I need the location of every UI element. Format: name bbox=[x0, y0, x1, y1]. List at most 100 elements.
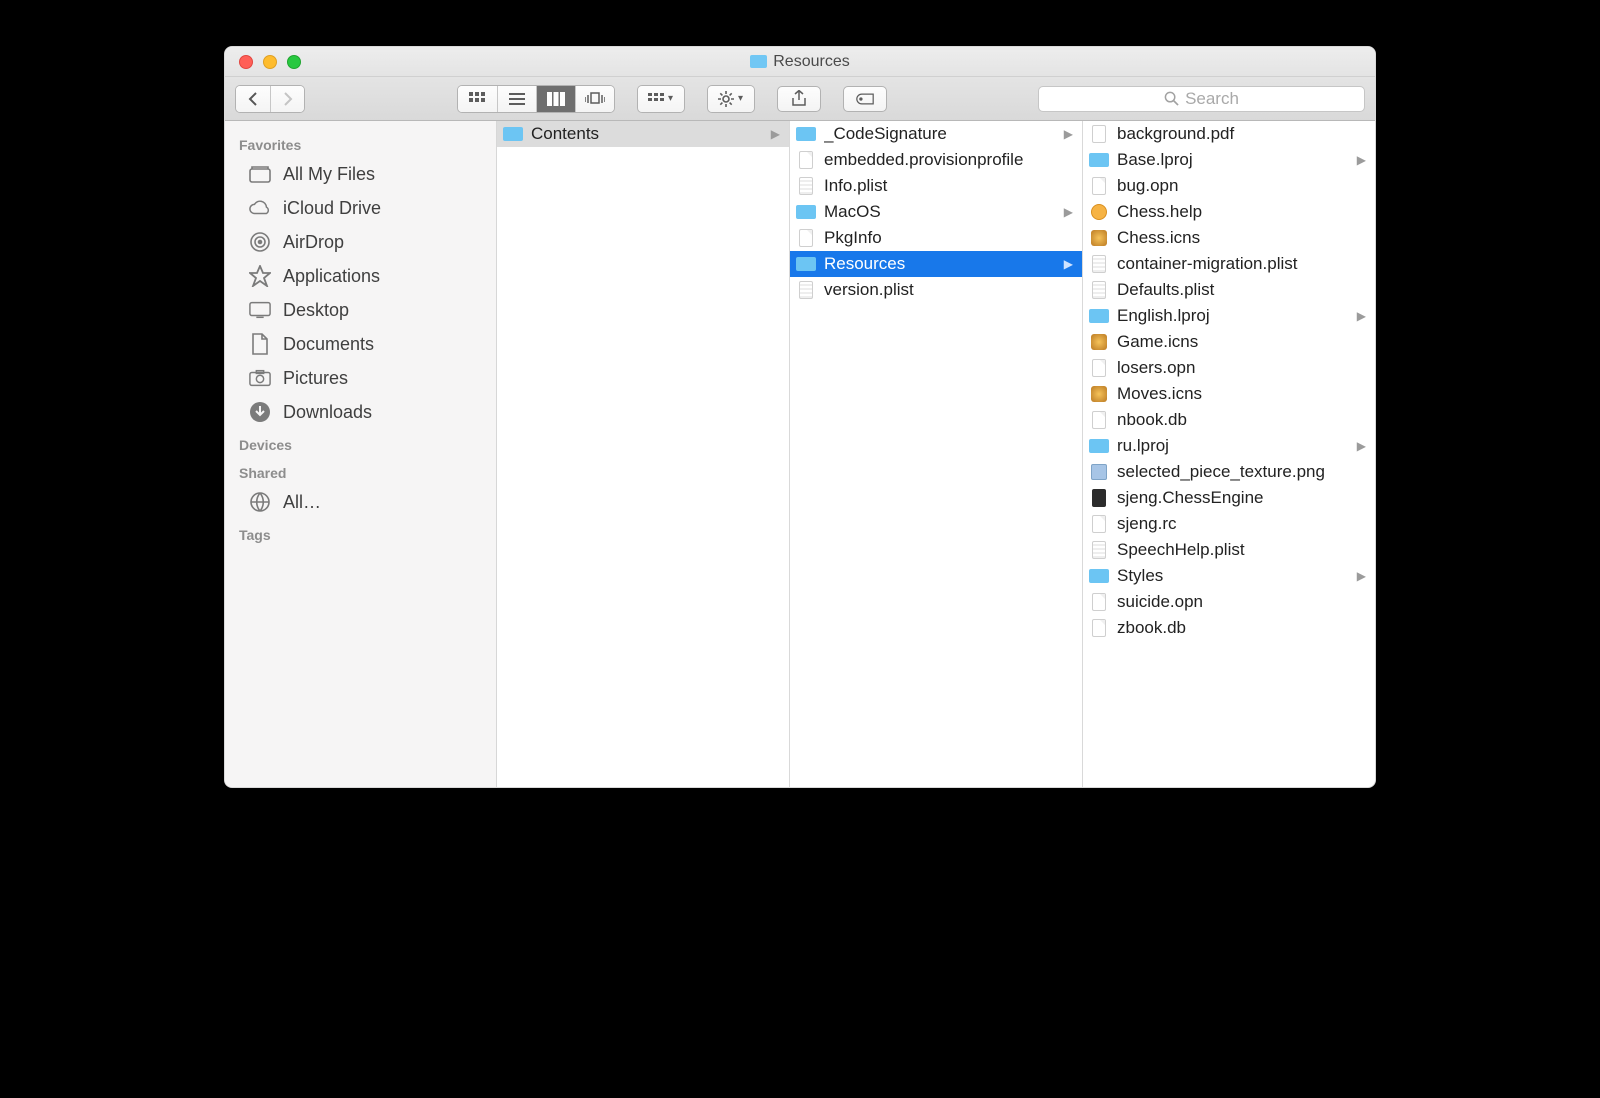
file-icon bbox=[1089, 178, 1109, 194]
file-row[interactable]: MacOS▶ bbox=[790, 199, 1082, 225]
file-label: ru.lproj bbox=[1117, 436, 1349, 456]
documents-icon bbox=[249, 334, 271, 354]
file-row[interactable]: English.lproj ▶ bbox=[1083, 303, 1375, 329]
sidebar-item-all-my-files[interactable]: All My Files bbox=[225, 157, 496, 191]
forward-button[interactable] bbox=[270, 86, 304, 112]
downloads-icon bbox=[249, 402, 271, 422]
file-icon bbox=[1089, 334, 1109, 350]
file-row[interactable]: Defaults.plist bbox=[1083, 277, 1375, 303]
chevron-right-icon: ▶ bbox=[771, 127, 783, 141]
sidebar-item-airdrop[interactable]: AirDrop bbox=[225, 225, 496, 259]
file-label: English.lproj bbox=[1117, 306, 1349, 326]
list-view-button[interactable] bbox=[497, 86, 536, 112]
coverflow-view-button[interactable] bbox=[575, 86, 614, 112]
column-view-button[interactable] bbox=[536, 86, 575, 112]
sidebar-section-devices: Devices bbox=[225, 429, 496, 457]
close-button[interactable] bbox=[239, 55, 253, 69]
file-row[interactable]: embedded.provisionprofile bbox=[790, 147, 1082, 173]
file-row[interactable]: sjeng.ChessEngine bbox=[1083, 485, 1375, 511]
column-2[interactable]: background.pdfBase.lproj▶bug.opnChess.he… bbox=[1083, 121, 1375, 787]
file-row[interactable]: Chess.icns bbox=[1083, 225, 1375, 251]
file-label: Chess.icns bbox=[1117, 228, 1369, 248]
file-label: selected_piece_texture.png bbox=[1117, 462, 1369, 482]
cloud-icon bbox=[249, 198, 271, 218]
file-row[interactable]: nbook.db bbox=[1083, 407, 1375, 433]
minimize-button[interactable] bbox=[263, 55, 277, 69]
file-icon bbox=[1089, 490, 1109, 506]
file-label: background.pdf bbox=[1117, 124, 1369, 144]
file-row[interactable]: container-migration.plist bbox=[1083, 251, 1375, 277]
file-icon bbox=[1089, 620, 1109, 636]
file-icon bbox=[796, 178, 816, 194]
file-row[interactable]: bug.opn bbox=[1083, 173, 1375, 199]
sidebar-item-downloads[interactable]: Downloads bbox=[225, 395, 496, 429]
window-title: Resources bbox=[225, 53, 1375, 71]
file-label: losers.opn bbox=[1117, 358, 1369, 378]
action-menu[interactable]: ▾ bbox=[707, 85, 755, 113]
search-field[interactable]: Search bbox=[1038, 86, 1365, 112]
folder-icon bbox=[796, 126, 816, 142]
sidebar-item-label: iCloud Drive bbox=[283, 198, 381, 219]
sidebar-item-label: AirDrop bbox=[283, 232, 344, 253]
file-row[interactable]: version.plist bbox=[790, 277, 1082, 303]
file-label: nbook.db bbox=[1117, 410, 1369, 430]
file-row[interactable]: SpeechHelp.plist bbox=[1083, 537, 1375, 563]
sidebar-item-pictures[interactable]: Pictures bbox=[225, 361, 496, 395]
file-row[interactable]: ru.lproj▶ bbox=[1083, 433, 1375, 459]
file-label: bug.opn bbox=[1117, 176, 1369, 196]
file-label: PkgInfo bbox=[824, 228, 1076, 248]
file-label: SpeechHelp.plist bbox=[1117, 540, 1369, 560]
file-icon bbox=[1089, 412, 1109, 428]
sidebar-item-applications[interactable]: Applications bbox=[225, 259, 496, 293]
sidebar-item-label: All… bbox=[283, 492, 321, 513]
zoom-button[interactable] bbox=[287, 55, 301, 69]
file-row[interactable]: losers.opn bbox=[1083, 355, 1375, 381]
sidebar-item-icloud-drive[interactable]: iCloud Drive bbox=[225, 191, 496, 225]
file-row[interactable]: Styles▶ bbox=[1083, 563, 1375, 589]
file-icon bbox=[1089, 282, 1109, 298]
window-controls bbox=[225, 55, 301, 69]
file-icon bbox=[1089, 516, 1109, 532]
file-row[interactable]: PkgInfo bbox=[790, 225, 1082, 251]
file-row[interactable]: Game.icns bbox=[1083, 329, 1375, 355]
file-icon bbox=[1089, 594, 1109, 610]
file-row[interactable]: Contents▶ bbox=[497, 121, 789, 147]
file-row[interactable]: Info.plist bbox=[790, 173, 1082, 199]
folder-icon bbox=[750, 55, 767, 68]
file-icon bbox=[1089, 256, 1109, 272]
sidebar-item-all-[interactable]: All… bbox=[225, 485, 496, 519]
file-row[interactable]: _CodeSignature▶ bbox=[790, 121, 1082, 147]
network-icon bbox=[249, 492, 271, 512]
icon-view-button[interactable] bbox=[458, 86, 497, 112]
back-button[interactable] bbox=[236, 86, 270, 112]
file-row[interactable]: sjeng.rc bbox=[1083, 511, 1375, 537]
sidebar-item-desktop[interactable]: Desktop bbox=[225, 293, 496, 327]
file-row[interactable]: Moves.icns bbox=[1083, 381, 1375, 407]
file-row[interactable]: background.pdf bbox=[1083, 121, 1375, 147]
file-row[interactable]: Base.lproj▶ bbox=[1083, 147, 1375, 173]
share-button[interactable] bbox=[777, 86, 821, 112]
file-row[interactable]: Chess.help bbox=[1083, 199, 1375, 225]
column-0[interactable]: Contents▶ bbox=[497, 121, 790, 787]
nav-buttons bbox=[235, 85, 305, 113]
file-row[interactable]: suicide.opn bbox=[1083, 589, 1375, 615]
tags-button[interactable] bbox=[843, 86, 887, 112]
arrange-menu[interactable]: ▾ bbox=[637, 85, 685, 113]
file-row[interactable]: zbook.db bbox=[1083, 615, 1375, 641]
file-label: MacOS bbox=[824, 202, 1056, 222]
chevron-right-icon: ▶ bbox=[1357, 309, 1369, 323]
file-row[interactable]: selected_piece_texture.png bbox=[1083, 459, 1375, 485]
column-1[interactable]: _CodeSignature▶embedded.provisionprofile… bbox=[790, 121, 1083, 787]
file-row[interactable]: Resources▶ bbox=[790, 251, 1082, 277]
file-label: Base.lproj bbox=[1117, 150, 1349, 170]
sidebar-item-documents[interactable]: Documents bbox=[225, 327, 496, 361]
file-label: version.plist bbox=[824, 280, 1076, 300]
file-icon bbox=[1089, 386, 1109, 402]
sidebar-item-label: Applications bbox=[283, 266, 380, 287]
sidebar-section-shared: Shared bbox=[225, 457, 496, 485]
folder-icon bbox=[503, 126, 523, 142]
file-icon bbox=[796, 230, 816, 246]
toolbar: ▾ ▾ Search bbox=[225, 77, 1375, 121]
file-icon bbox=[1089, 204, 1109, 220]
file-icon bbox=[1089, 464, 1109, 480]
